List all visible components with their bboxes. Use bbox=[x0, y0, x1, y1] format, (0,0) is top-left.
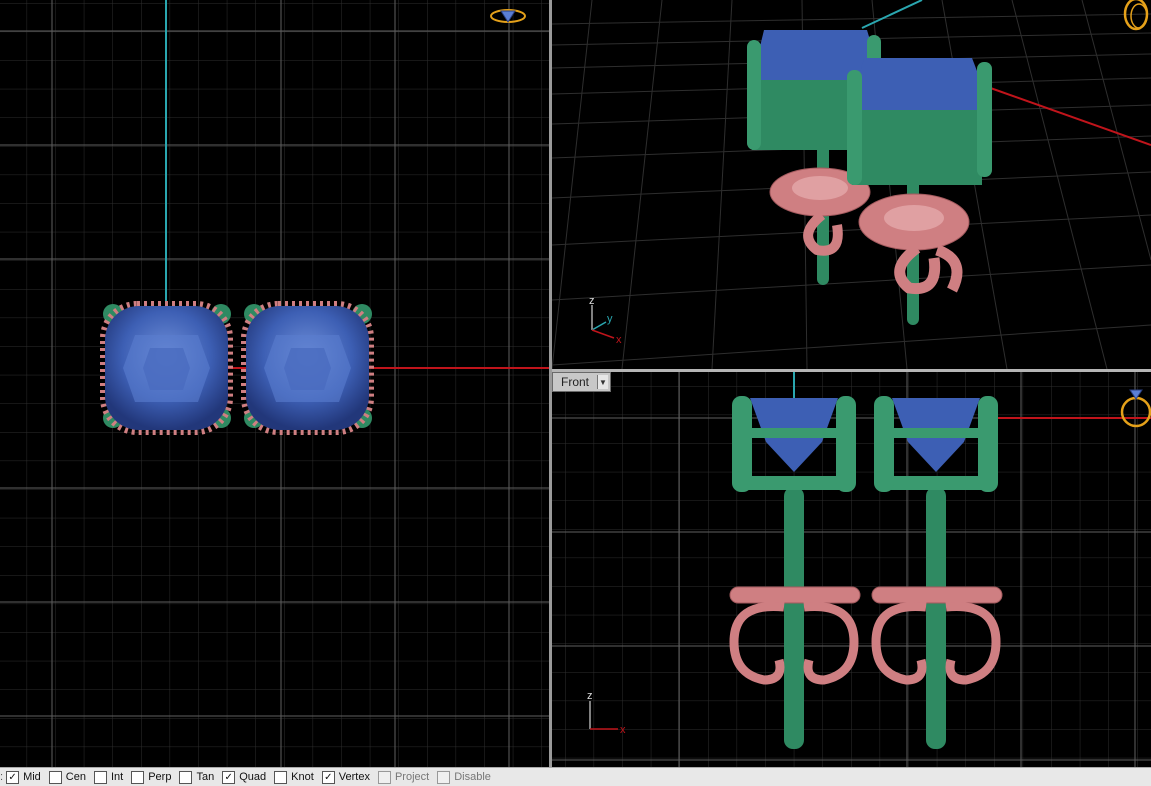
stud-left-top[interactable] bbox=[100, 301, 233, 435]
top-view-canvas[interactable] bbox=[0, 0, 549, 767]
osnap-vertex-checkbox[interactable]: ✓ bbox=[321, 770, 335, 784]
viewport-front[interactable]: z x Front ▼ bbox=[552, 372, 1151, 767]
axis-label-z: z bbox=[587, 690, 593, 702]
stud-right-top[interactable] bbox=[241, 301, 374, 435]
viewport-top[interactable] bbox=[0, 0, 549, 767]
osnap-project[interactable]: Project bbox=[377, 770, 429, 784]
axis-label-y: y bbox=[607, 313, 613, 325]
osnap-int-checkbox[interactable] bbox=[93, 770, 107, 784]
axis-label-z: z bbox=[589, 295, 595, 307]
osnap-disable[interactable]: Disable bbox=[437, 770, 491, 784]
front-view-canvas[interactable]: z x bbox=[552, 372, 1151, 767]
osnap-quad[interactable]: ✓ Quad bbox=[222, 770, 266, 784]
osnap-knot[interactable]: Knot bbox=[274, 770, 314, 784]
osnap-int[interactable]: Int bbox=[93, 770, 123, 784]
osnap-tan-checkbox[interactable] bbox=[179, 770, 193, 784]
osnap-tan[interactable]: Tan bbox=[179, 770, 214, 784]
viewport-title-front[interactable]: Front ▼ bbox=[552, 372, 612, 392]
osnap-vertex[interactable]: ✓ Vertex bbox=[321, 770, 370, 784]
chevron-down-icon[interactable]: ▼ bbox=[597, 375, 609, 389]
axis-label-x: x bbox=[620, 724, 626, 736]
osnap-edge-marker: : bbox=[0, 771, 4, 783]
osnap-disable-checkbox[interactable] bbox=[437, 770, 451, 784]
osnap-perp-checkbox[interactable] bbox=[131, 770, 145, 784]
osnap-mid[interactable]: ✓ Mid bbox=[6, 770, 41, 784]
osnap-perp[interactable]: Perp bbox=[131, 770, 171, 784]
axis-label-x: x bbox=[616, 334, 622, 346]
osnap-cen[interactable]: Cen bbox=[48, 770, 86, 784]
osnap-bar: : ✓ Mid Cen Int Perp Tan ✓ Quad Knot ✓ Vert… bbox=[0, 767, 1151, 786]
osnap-mid-checkbox[interactable]: ✓ bbox=[6, 770, 20, 784]
perspective-axis-triad: z y x bbox=[589, 295, 622, 346]
osnap-cen-checkbox[interactable] bbox=[48, 770, 62, 784]
osnap-knot-checkbox[interactable] bbox=[274, 770, 288, 784]
viewport-perspective[interactable]: z y x bbox=[552, 0, 1151, 369]
osnap-project-checkbox[interactable] bbox=[377, 770, 391, 784]
osnap-quad-checkbox[interactable]: ✓ bbox=[222, 770, 236, 784]
viewport-title-text: Front bbox=[561, 375, 590, 389]
perspective-view-canvas[interactable]: z y x bbox=[552, 0, 1151, 369]
